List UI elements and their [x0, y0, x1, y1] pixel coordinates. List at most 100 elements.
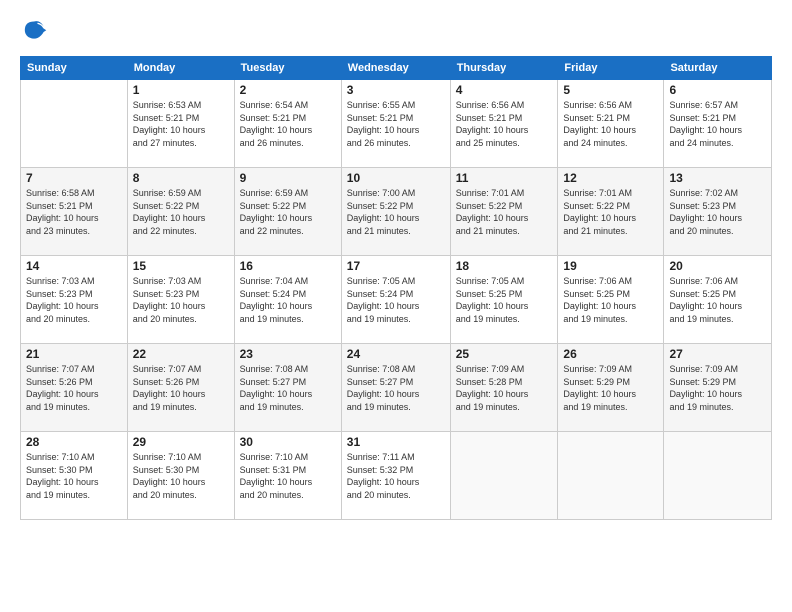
- calendar-cell: 12 Sunrise: 7:01 AM Sunset: 5:22 PM Dayli…: [558, 168, 664, 256]
- calendar-cell: 22 Sunrise: 7:07 AM Sunset: 5:26 PM Dayli…: [127, 344, 234, 432]
- day-info: Sunrise: 7:10 AM Sunset: 5:30 PM Dayligh…: [26, 451, 122, 501]
- day-number: 28: [26, 435, 122, 449]
- day-info: Sunrise: 7:01 AM Sunset: 5:22 PM Dayligh…: [563, 187, 658, 237]
- logo: [20, 18, 52, 46]
- day-info: Sunrise: 7:07 AM Sunset: 5:26 PM Dayligh…: [133, 363, 229, 413]
- calendar-cell: 17Sunrise: 7:05 AM Sunset: 5:24 PM Dayli…: [341, 256, 450, 344]
- day-number: 23: [240, 347, 336, 361]
- calendar-cell: 8 Sunrise: 6:59 AM Sunset: 5:22 PM Daylig…: [127, 168, 234, 256]
- day-number: 9: [240, 171, 336, 185]
- header: [20, 18, 772, 46]
- calendar-cell: 25 Sunrise: 7:09 AM Sunset: 5:28 PM Dayli…: [450, 344, 558, 432]
- day-number: 14: [26, 259, 122, 273]
- day-info: Sunrise: 7:07 AM Sunset: 5:26 PM Dayligh…: [26, 363, 122, 413]
- calendar-cell: 10 Sunrise: 7:00 AM Sunset: 5:22 PM Dayli…: [341, 168, 450, 256]
- calendar-cell: 21 Sunrise: 7:07 AM Sunset: 5:26 PM Dayli…: [21, 344, 128, 432]
- day-header-tuesday: Tuesday: [234, 57, 341, 80]
- day-info: Sunrise: 6:59 AM Sunset: 5:22 PM Dayligh…: [133, 187, 229, 237]
- day-info: Sunrise: 7:01 AM Sunset: 5:22 PM Dayligh…: [456, 187, 553, 237]
- day-info: Sunrise: 6:53 AM Sunset: 5:21 PM Dayligh…: [133, 99, 229, 149]
- page: SundayMondayTuesdayWednesdayThursdayFrid…: [0, 0, 792, 612]
- day-info: Sunrise: 7:06 AM Sunset: 5:25 PM Dayligh…: [563, 275, 658, 325]
- day-number: 2: [240, 83, 336, 97]
- day-number: 13: [669, 171, 766, 185]
- calendar-cell: [664, 432, 772, 520]
- day-number: 18: [456, 259, 553, 273]
- day-info: Sunrise: 7:10 AM Sunset: 5:31 PM Dayligh…: [240, 451, 336, 501]
- calendar-cell: 26 Sunrise: 7:09 AM Sunset: 5:29 PM Dayli…: [558, 344, 664, 432]
- calendar-cell: 3Sunrise: 6:55 AM Sunset: 5:21 PM Daylig…: [341, 80, 450, 168]
- day-number: 1: [133, 83, 229, 97]
- calendar-cell: [558, 432, 664, 520]
- calendar-cell: 11 Sunrise: 7:01 AM Sunset: 5:22 PM Dayli…: [450, 168, 558, 256]
- calendar-cell: 5 Sunrise: 6:56 AM Sunset: 5:21 PM Daylig…: [558, 80, 664, 168]
- day-number: 26: [563, 347, 658, 361]
- week-row-4: 21 Sunrise: 7:07 AM Sunset: 5:26 PM Dayli…: [21, 344, 772, 432]
- day-info: Sunrise: 7:04 AM Sunset: 5:24 PM Dayligh…: [240, 275, 336, 325]
- day-number: 25: [456, 347, 553, 361]
- day-number: 4: [456, 83, 553, 97]
- calendar-cell: 16 Sunrise: 7:04 AM Sunset: 5:24 PM Dayli…: [234, 256, 341, 344]
- day-number: 19: [563, 259, 658, 273]
- day-info: Sunrise: 7:02 AM Sunset: 5:23 PM Dayligh…: [669, 187, 766, 237]
- calendar-cell: 24 Sunrise: 7:08 AM Sunset: 5:27 PM Dayli…: [341, 344, 450, 432]
- day-info: Sunrise: 7:00 AM Sunset: 5:22 PM Dayligh…: [347, 187, 445, 237]
- day-info: Sunrise: 7:09 AM Sunset: 5:28 PM Dayligh…: [456, 363, 553, 413]
- calendar-cell: [450, 432, 558, 520]
- logo-icon: [20, 18, 48, 46]
- day-info: Sunrise: 6:58 AM Sunset: 5:21 PM Dayligh…: [26, 187, 122, 237]
- day-number: 11: [456, 171, 553, 185]
- calendar-cell: 31 Sunrise: 7:11 AM Sunset: 5:32 PM Dayli…: [341, 432, 450, 520]
- day-info: Sunrise: 7:03 AM Sunset: 5:23 PM Dayligh…: [26, 275, 122, 325]
- day-number: 24: [347, 347, 445, 361]
- day-number: 8: [133, 171, 229, 185]
- day-info: Sunrise: 6:55 AM Sunset: 5:21 PM Dayligh…: [347, 99, 445, 149]
- week-row-2: 7 Sunrise: 6:58 AM Sunset: 5:21 PM Daylig…: [21, 168, 772, 256]
- day-info: Sunrise: 7:05 AM Sunset: 5:25 PM Dayligh…: [456, 275, 553, 325]
- day-number: 10: [347, 171, 445, 185]
- day-info: Sunrise: 7:08 AM Sunset: 5:27 PM Dayligh…: [347, 363, 445, 413]
- day-header-thursday: Thursday: [450, 57, 558, 80]
- calendar-cell: 27Sunrise: 7:09 AM Sunset: 5:29 PM Dayli…: [664, 344, 772, 432]
- week-row-5: 28 Sunrise: 7:10 AM Sunset: 5:30 PM Dayli…: [21, 432, 772, 520]
- calendar-cell: 28 Sunrise: 7:10 AM Sunset: 5:30 PM Dayli…: [21, 432, 128, 520]
- day-info: Sunrise: 6:59 AM Sunset: 5:22 PM Dayligh…: [240, 187, 336, 237]
- day-header-saturday: Saturday: [664, 57, 772, 80]
- calendar-cell: 7 Sunrise: 6:58 AM Sunset: 5:21 PM Daylig…: [21, 168, 128, 256]
- day-info: Sunrise: 7:03 AM Sunset: 5:23 PM Dayligh…: [133, 275, 229, 325]
- day-info: Sunrise: 7:11 AM Sunset: 5:32 PM Dayligh…: [347, 451, 445, 501]
- calendar-cell: 30 Sunrise: 7:10 AM Sunset: 5:31 PM Dayli…: [234, 432, 341, 520]
- calendar-cell: 14 Sunrise: 7:03 AM Sunset: 5:23 PM Dayli…: [21, 256, 128, 344]
- day-number: 7: [26, 171, 122, 185]
- day-header-monday: Monday: [127, 57, 234, 80]
- day-info: Sunrise: 7:06 AM Sunset: 5:25 PM Dayligh…: [669, 275, 766, 325]
- day-number: 5: [563, 83, 658, 97]
- calendar-cell: 4 Sunrise: 6:56 AM Sunset: 5:21 PM Daylig…: [450, 80, 558, 168]
- day-info: Sunrise: 7:09 AM Sunset: 5:29 PM Dayligh…: [669, 363, 766, 413]
- calendar-cell: 20Sunrise: 7:06 AM Sunset: 5:25 PM Dayli…: [664, 256, 772, 344]
- calendar-cell: 15Sunrise: 7:03 AM Sunset: 5:23 PM Dayli…: [127, 256, 234, 344]
- day-info: Sunrise: 6:56 AM Sunset: 5:21 PM Dayligh…: [456, 99, 553, 149]
- day-header-sunday: Sunday: [21, 57, 128, 80]
- calendar-cell: 6Sunrise: 6:57 AM Sunset: 5:21 PM Daylig…: [664, 80, 772, 168]
- day-number: 30: [240, 435, 336, 449]
- day-info: Sunrise: 6:56 AM Sunset: 5:21 PM Dayligh…: [563, 99, 658, 149]
- day-number: 21: [26, 347, 122, 361]
- day-info: Sunrise: 7:08 AM Sunset: 5:27 PM Dayligh…: [240, 363, 336, 413]
- calendar-table: SundayMondayTuesdayWednesdayThursdayFrid…: [20, 56, 772, 520]
- day-header-wednesday: Wednesday: [341, 57, 450, 80]
- day-info: Sunrise: 7:05 AM Sunset: 5:24 PM Dayligh…: [347, 275, 445, 325]
- calendar-cell: 13 Sunrise: 7:02 AM Sunset: 5:23 PM Dayli…: [664, 168, 772, 256]
- day-number: 22: [133, 347, 229, 361]
- week-row-1: 1 Sunrise: 6:53 AM Sunset: 5:21 PM Daylig…: [21, 80, 772, 168]
- day-number: 6: [669, 83, 766, 97]
- calendar-cell: 29Sunrise: 7:10 AM Sunset: 5:30 PM Dayli…: [127, 432, 234, 520]
- day-info: Sunrise: 7:09 AM Sunset: 5:29 PM Dayligh…: [563, 363, 658, 413]
- calendar-cell: 23 Sunrise: 7:08 AM Sunset: 5:27 PM Dayli…: [234, 344, 341, 432]
- day-number: 31: [347, 435, 445, 449]
- calendar-cell: 18 Sunrise: 7:05 AM Sunset: 5:25 PM Dayli…: [450, 256, 558, 344]
- day-info: Sunrise: 6:54 AM Sunset: 5:21 PM Dayligh…: [240, 99, 336, 149]
- day-number: 12: [563, 171, 658, 185]
- day-number: 16: [240, 259, 336, 273]
- calendar-cell: 9 Sunrise: 6:59 AM Sunset: 5:22 PM Daylig…: [234, 168, 341, 256]
